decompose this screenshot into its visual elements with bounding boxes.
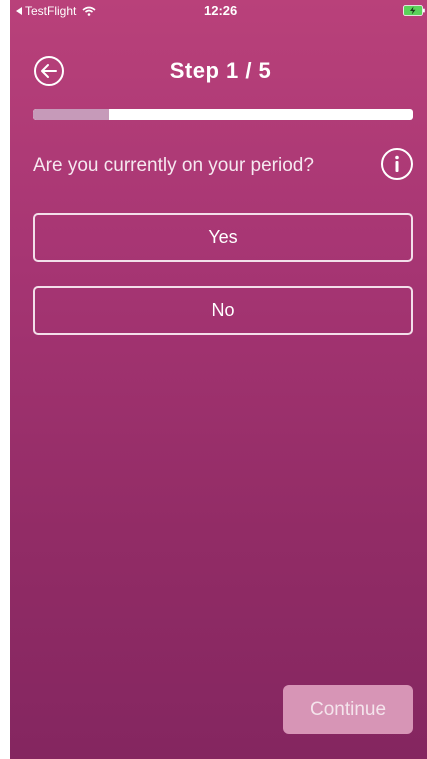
app-screen: TestFlight 12:26 Step 1 / 5 Are you curr… xyxy=(10,0,427,759)
status-back-label: TestFlight xyxy=(25,4,77,18)
continue-button[interactable]: Continue xyxy=(283,685,413,734)
option-no-button[interactable]: No xyxy=(33,286,413,335)
progress-bar xyxy=(33,109,413,120)
page-title: Step 1 / 5 xyxy=(169,58,272,83)
status-time: 12:26 xyxy=(204,3,238,18)
back-triangle-icon xyxy=(16,7,22,15)
progress-bar-fill xyxy=(33,109,109,120)
option-yes-button[interactable]: Yes xyxy=(33,213,413,262)
wifi-icon xyxy=(82,6,96,16)
status-back-link[interactable]: TestFlight xyxy=(16,4,96,18)
question-text: Are you currently on your period? xyxy=(33,155,314,176)
status-bar: TestFlight 12:26 xyxy=(10,0,427,22)
battery-charging-icon xyxy=(403,5,425,16)
info-button[interactable] xyxy=(380,147,414,181)
